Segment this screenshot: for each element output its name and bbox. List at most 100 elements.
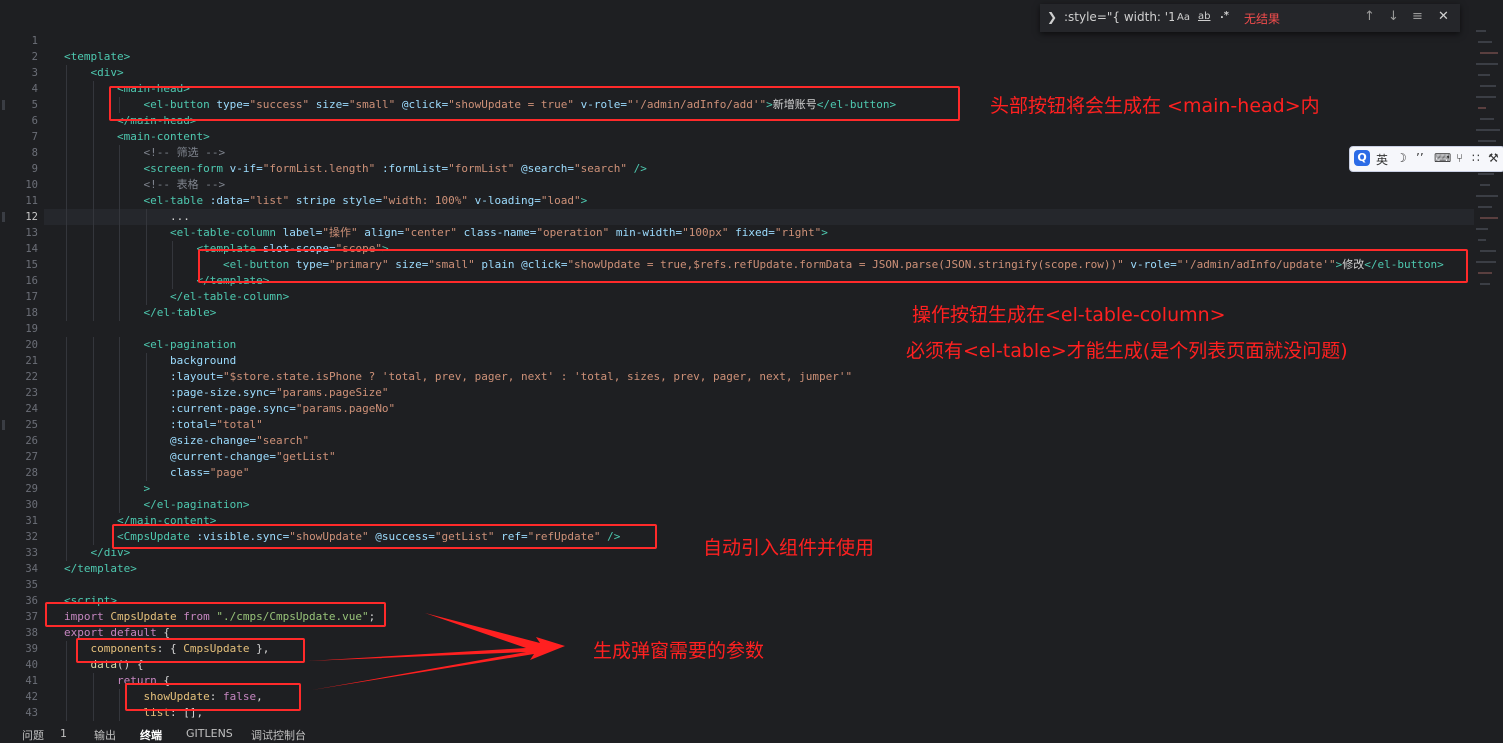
code-token: "operation" — [536, 226, 616, 239]
wrench-icon[interactable]: ⚒ — [1488, 151, 1499, 165]
indent-guide — [66, 337, 67, 353]
code-token: "$store.state.isPhone ? 'total, prev, pa… — [222, 370, 853, 383]
line-number: 22 — [25, 371, 38, 383]
highlight-box-show-update — [125, 683, 301, 711]
indent-guide — [92, 705, 94, 721]
indent-guide — [119, 193, 120, 209]
code-token: <template> — [64, 50, 131, 63]
code-token: > — [821, 226, 828, 239]
indent-guide — [66, 225, 67, 241]
indent-guide — [119, 417, 120, 433]
tab-problems[interactable]: 问题 — [22, 727, 44, 743]
ime-toolbar: Q 英 ☽ ’’ ⌨ ⑂ ∷ ⚒ — [1349, 146, 1503, 172]
minimap-line — [1476, 195, 1498, 197]
line-number: 41 — [25, 675, 38, 687]
indent-guide — [66, 433, 67, 449]
keyboard-icon[interactable]: ⌨ — [1434, 151, 1451, 165]
line-number: 19 — [25, 323, 38, 335]
indent-guide — [66, 481, 67, 497]
highlight-box-op-button — [198, 249, 1468, 283]
code-token: stripe — [295, 194, 343, 207]
find-in-selection-icon[interactable]: ≡ — [1412, 9, 1423, 24]
tab-terminal[interactable]: 终端 — [140, 727, 162, 743]
indent-guide — [145, 209, 147, 225]
find-widget: ❯ :style="{ width: '10 Aa ab .* 无结果 ↑ ↓ … — [1040, 4, 1460, 32]
indent-guide — [119, 465, 120, 481]
line-number: 29 — [25, 483, 38, 495]
code-line: <el-table-column label="操作" align="cente… — [170, 225, 828, 241]
indent-guide — [119, 241, 120, 257]
code-line: <el-pagination — [144, 337, 237, 353]
indent-guide — [92, 673, 94, 689]
indent-guide — [92, 401, 94, 417]
moon-icon[interactable]: ☽ — [1396, 151, 1407, 165]
code-token: > — [580, 194, 588, 207]
annotation-popup-params: 生成弹窗需要的参数 — [593, 640, 765, 662]
indent-guide — [66, 113, 67, 129]
minimap[interactable] — [1476, 30, 1500, 410]
code-token: "search" — [256, 434, 310, 447]
line-number: 27 — [25, 451, 38, 463]
indent-guide — [92, 449, 94, 465]
line-number: 8 — [31, 147, 38, 159]
code-token: <!-- 表格 --> — [143, 178, 226, 191]
code-editor[interactable]: 1 2 3 4 5 6 7 8 9 10 11 12 13 14 15 16 17 18 19 20 21 22 23 24 2… — [0, 0, 1503, 722]
indent-guide — [66, 497, 67, 513]
indent-guide — [66, 545, 67, 561]
code-token: @size-change= — [170, 434, 257, 447]
tab-debug-console[interactable]: 调试控制台 — [251, 727, 306, 743]
indent-guide — [92, 369, 94, 385]
tab-gitlens[interactable]: GITLENS — [186, 727, 233, 740]
indent-guide — [92, 161, 94, 177]
ime-logo-icon[interactable]: Q — [1354, 150, 1370, 166]
previous-match-icon[interactable]: ↑ — [1364, 9, 1375, 24]
tab-output[interactable]: 输出 — [94, 727, 116, 743]
close-icon[interactable]: ✕ — [1438, 9, 1449, 24]
next-match-icon[interactable]: ↓ — [1388, 9, 1399, 24]
match-case-toggle[interactable]: Aa — [1177, 12, 1190, 23]
regex-toggle[interactable]: .* — [1220, 10, 1229, 21]
gutter-marker — [2, 212, 5, 222]
code-token: </template> — [64, 562, 137, 575]
indent-guide — [66, 81, 67, 97]
minimap-line — [1480, 217, 1498, 219]
fork-icon[interactable]: ⑂ — [1456, 151, 1463, 165]
indent-guide — [119, 337, 120, 353]
line-number: 3 — [31, 67, 38, 79]
line-number: 7 — [31, 131, 38, 143]
match-word-toggle[interactable]: ab — [1198, 11, 1210, 22]
indent-guide — [92, 385, 94, 401]
indent-guide — [66, 673, 67, 689]
code-line: <screen-form v-if="formList.length" :for… — [144, 161, 647, 177]
indent-guide — [66, 273, 67, 289]
find-input[interactable]: :style="{ width: '10 — [1064, 10, 1174, 24]
code-token: ... — [170, 210, 190, 223]
punctuation-icon[interactable]: ’’ — [1416, 151, 1424, 165]
code-token: "formList" — [448, 162, 522, 175]
minimap-line — [1478, 206, 1492, 208]
indent-guide — [66, 513, 67, 529]
indent-guide — [172, 273, 173, 289]
apps-icon[interactable]: ∷ — [1472, 151, 1480, 165]
code-line: @size-change="search" — [170, 433, 309, 449]
ime-language-toggle[interactable]: 英 — [1376, 151, 1388, 168]
current-line-highlight — [44, 209, 1474, 225]
line-number: 24 — [25, 403, 38, 415]
indent-guide — [145, 433, 147, 449]
minimap-line — [1476, 63, 1498, 65]
line-number: 28 — [25, 467, 38, 479]
line-number: 30 — [25, 499, 38, 511]
indent-guide — [66, 657, 67, 673]
line-number: 42 — [25, 691, 38, 703]
line-number: 33 — [25, 547, 38, 559]
line-number: 26 — [25, 435, 38, 447]
line-number: 43 — [25, 707, 38, 719]
line-number-gutter: 1 2 3 4 5 6 7 8 9 10 11 12 13 14 15 16 17 18 19 20 21 22 23 24 2… — [0, 0, 44, 722]
expand-replace-icon[interactable]: ❯ — [1047, 10, 1057, 24]
code-line: :total="total" — [170, 417, 263, 433]
line-number: 6 — [31, 115, 38, 127]
panel-tabs: 问题 1 输出 终端 GITLENS 调试控制台 — [0, 722, 1503, 743]
code-token: <!-- 筛选 --> — [143, 146, 226, 159]
indent-guide — [92, 129, 94, 145]
code-line: background — [170, 353, 236, 369]
